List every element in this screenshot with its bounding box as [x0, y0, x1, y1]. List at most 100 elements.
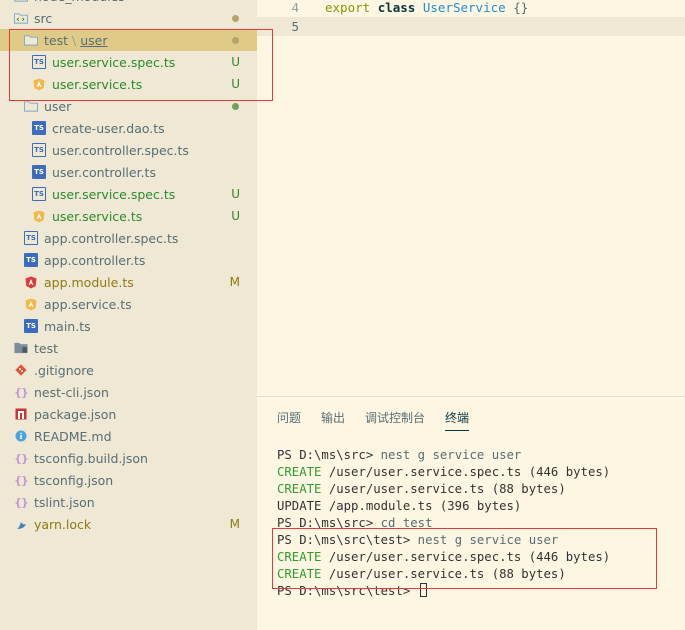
item-label: .gitignore	[34, 362, 94, 378]
typescript-icon: TS	[24, 253, 38, 267]
terminal-text: UPDATE /app.module.ts (396 bytes)	[277, 499, 522, 513]
file-row-app-controller-ts[interactable]: TS app.controller.ts	[0, 249, 257, 271]
angular-service-icon	[24, 297, 38, 311]
item-label: create-user.dao.ts	[52, 120, 165, 136]
file-row-readme-md[interactable]: README.md	[0, 425, 257, 447]
tab-output[interactable]: 输出	[321, 409, 345, 431]
class-name: UserService	[422, 0, 506, 15]
terminal-command: nest g service user	[417, 533, 559, 547]
item-label: app.service.ts	[44, 296, 132, 312]
item-label: node_modules	[34, 0, 125, 4]
angular-service-icon	[32, 209, 46, 223]
modified-dot-indicator	[232, 37, 239, 44]
folder-test-icon	[14, 341, 28, 355]
file-row-user-service-spec-ts[interactable]: TS user.service.spec.ts U	[0, 51, 257, 73]
item-label: README.md	[34, 428, 112, 444]
folder-src-icon	[14, 11, 28, 25]
item-label: user.service.ts	[52, 208, 143, 224]
tab-terminal[interactable]: 终端	[445, 409, 470, 431]
terminal-line: CREATE /user/user.service.spec.ts (446 b…	[277, 464, 610, 481]
create-tag: CREATE	[277, 482, 322, 496]
terminal-cursor[interactable]	[419, 583, 427, 597]
ts-spec-icon: TS	[32, 143, 46, 157]
item-label: main.ts	[44, 318, 91, 334]
file-row-user-service-ts[interactable]: user.service.ts U	[0, 205, 257, 227]
ts-spec-icon: TS	[32, 55, 46, 69]
file-row-gitignore[interactable]: .gitignore	[0, 359, 257, 381]
file-row-package-json[interactable]: package.json	[0, 403, 257, 425]
git-status-badge: U	[231, 209, 240, 223]
json-icon: {}	[14, 495, 29, 509]
file-row-app-controller-spec-ts[interactable]: TS app.controller.spec.ts	[0, 227, 257, 249]
angular-service-icon	[32, 77, 46, 91]
terminal-command: cd test	[380, 516, 433, 530]
terminal-output[interactable]: PS D:\ms\src> nest g service user CREATE …	[277, 447, 610, 600]
create-tag: CREATE	[277, 567, 322, 581]
code-text: export class UserService {}	[325, 0, 528, 17]
file-explorer: node_modulessrctest\userTSuser.service.s…	[0, 0, 257, 630]
json-icon: {}	[14, 473, 29, 487]
item-label: app.controller.ts	[44, 252, 146, 268]
file-row-user-service-spec-ts[interactable]: TS user.service.spec.ts U	[0, 183, 257, 205]
file-row-main-ts[interactable]: TS main.ts	[0, 315, 257, 337]
ts-spec-icon: TS	[32, 187, 46, 201]
compact-folder-label[interactable]: user	[80, 33, 107, 48]
terminal-line: PS D:\ms\src\test> nest g service user	[277, 532, 610, 549]
git-status-badge: M	[229, 517, 240, 531]
tab-debug-console[interactable]: 调试控制台	[365, 409, 425, 431]
folder-row-test[interactable]: test \ user	[0, 29, 257, 51]
path-separator: \	[72, 32, 77, 48]
modified-dot-indicator	[232, 103, 239, 110]
file-row-yarn-lock[interactable]: yarn.lock M	[0, 513, 257, 535]
terminal-prompt: PS D:\ms\src>	[277, 448, 381, 462]
file-row-tsconfig-build-json[interactable]: {} tsconfig.build.json	[0, 447, 257, 469]
terminal-prompt: PS D:\ms\src\test>	[277, 584, 418, 598]
terminal-prompt: PS D:\ms\src\test>	[277, 533, 418, 547]
ts-spec-icon: TS	[24, 231, 38, 245]
file-row-user-service-ts[interactable]: user.service.ts U	[0, 73, 257, 95]
terminal-line: PS D:\ms\src\test>	[277, 583, 610, 600]
folder-row-node-modules[interactable]: node_modules	[0, 0, 257, 7]
item-label: user.controller.spec.ts	[52, 142, 189, 158]
item-label: user	[44, 98, 72, 114]
item-label: nest-cli.json	[34, 384, 109, 400]
file-row-app-module-ts[interactable]: app.module.ts M	[0, 271, 257, 293]
code-line-4[interactable]: 4 export class UserService {}	[257, 0, 685, 17]
json-icon: {}	[14, 385, 29, 399]
file-row-app-service-ts[interactable]: app.service.ts	[0, 293, 257, 315]
folder-row-user[interactable]: user	[0, 95, 257, 117]
file-row-tsconfig-json[interactable]: {} tsconfig.json	[0, 469, 257, 491]
folder-modules-icon	[14, 0, 28, 3]
terminal-line: CREATE /user/user.service.spec.ts (446 b…	[277, 549, 610, 566]
code-line-5[interactable]: 5	[257, 17, 685, 36]
terminal-line: UPDATE /app.module.ts (396 bytes)	[277, 498, 610, 515]
item-label: tsconfig.json	[34, 472, 114, 488]
item-label: user.service.spec.ts	[52, 186, 176, 202]
item-label: app.module.ts	[44, 274, 134, 290]
typescript-icon: TS	[32, 121, 46, 135]
folder-open-icon	[24, 33, 38, 47]
terminal-text: /user/user.service.ts (88 bytes)	[321, 567, 566, 581]
terminal-line: PS D:\ms\src> nest g service user	[277, 447, 610, 464]
terminal-text: /user/user.service.spec.ts (446 bytes)	[321, 550, 611, 564]
folder-row-test[interactable]: test	[0, 337, 257, 359]
typescript-icon: TS	[24, 319, 38, 333]
item-label: user.service.spec.ts	[52, 54, 176, 70]
git-status-badge: U	[231, 55, 240, 69]
tab-problems[interactable]: 问题	[277, 409, 301, 431]
code-editor[interactable]: 4 export class UserService {} 5	[257, 0, 685, 396]
file-row-nest-cli-json[interactable]: {} nest-cli.json	[0, 381, 257, 403]
file-row-user-controller-spec-ts[interactable]: TS user.controller.spec.ts	[0, 139, 257, 161]
file-row-create-user-dao-ts[interactable]: TS create-user.dao.ts	[0, 117, 257, 139]
item-label: src	[34, 10, 53, 26]
create-tag: CREATE	[277, 550, 322, 564]
git-status-badge: U	[231, 187, 240, 201]
file-row-user-controller-ts[interactable]: TS user.controller.ts	[0, 161, 257, 183]
npm-icon	[14, 407, 28, 421]
line-number: 5	[291, 19, 299, 34]
file-row-tslint-json[interactable]: {} tslint.json	[0, 491, 257, 513]
terminal-line: CREATE /user/user.service.ts (88 bytes)	[277, 566, 610, 583]
panel-tabs: 问题 输出 调试控制台 终端	[277, 409, 489, 431]
folder-row-src[interactable]: src	[0, 7, 257, 29]
line-number: 4	[291, 0, 299, 15]
